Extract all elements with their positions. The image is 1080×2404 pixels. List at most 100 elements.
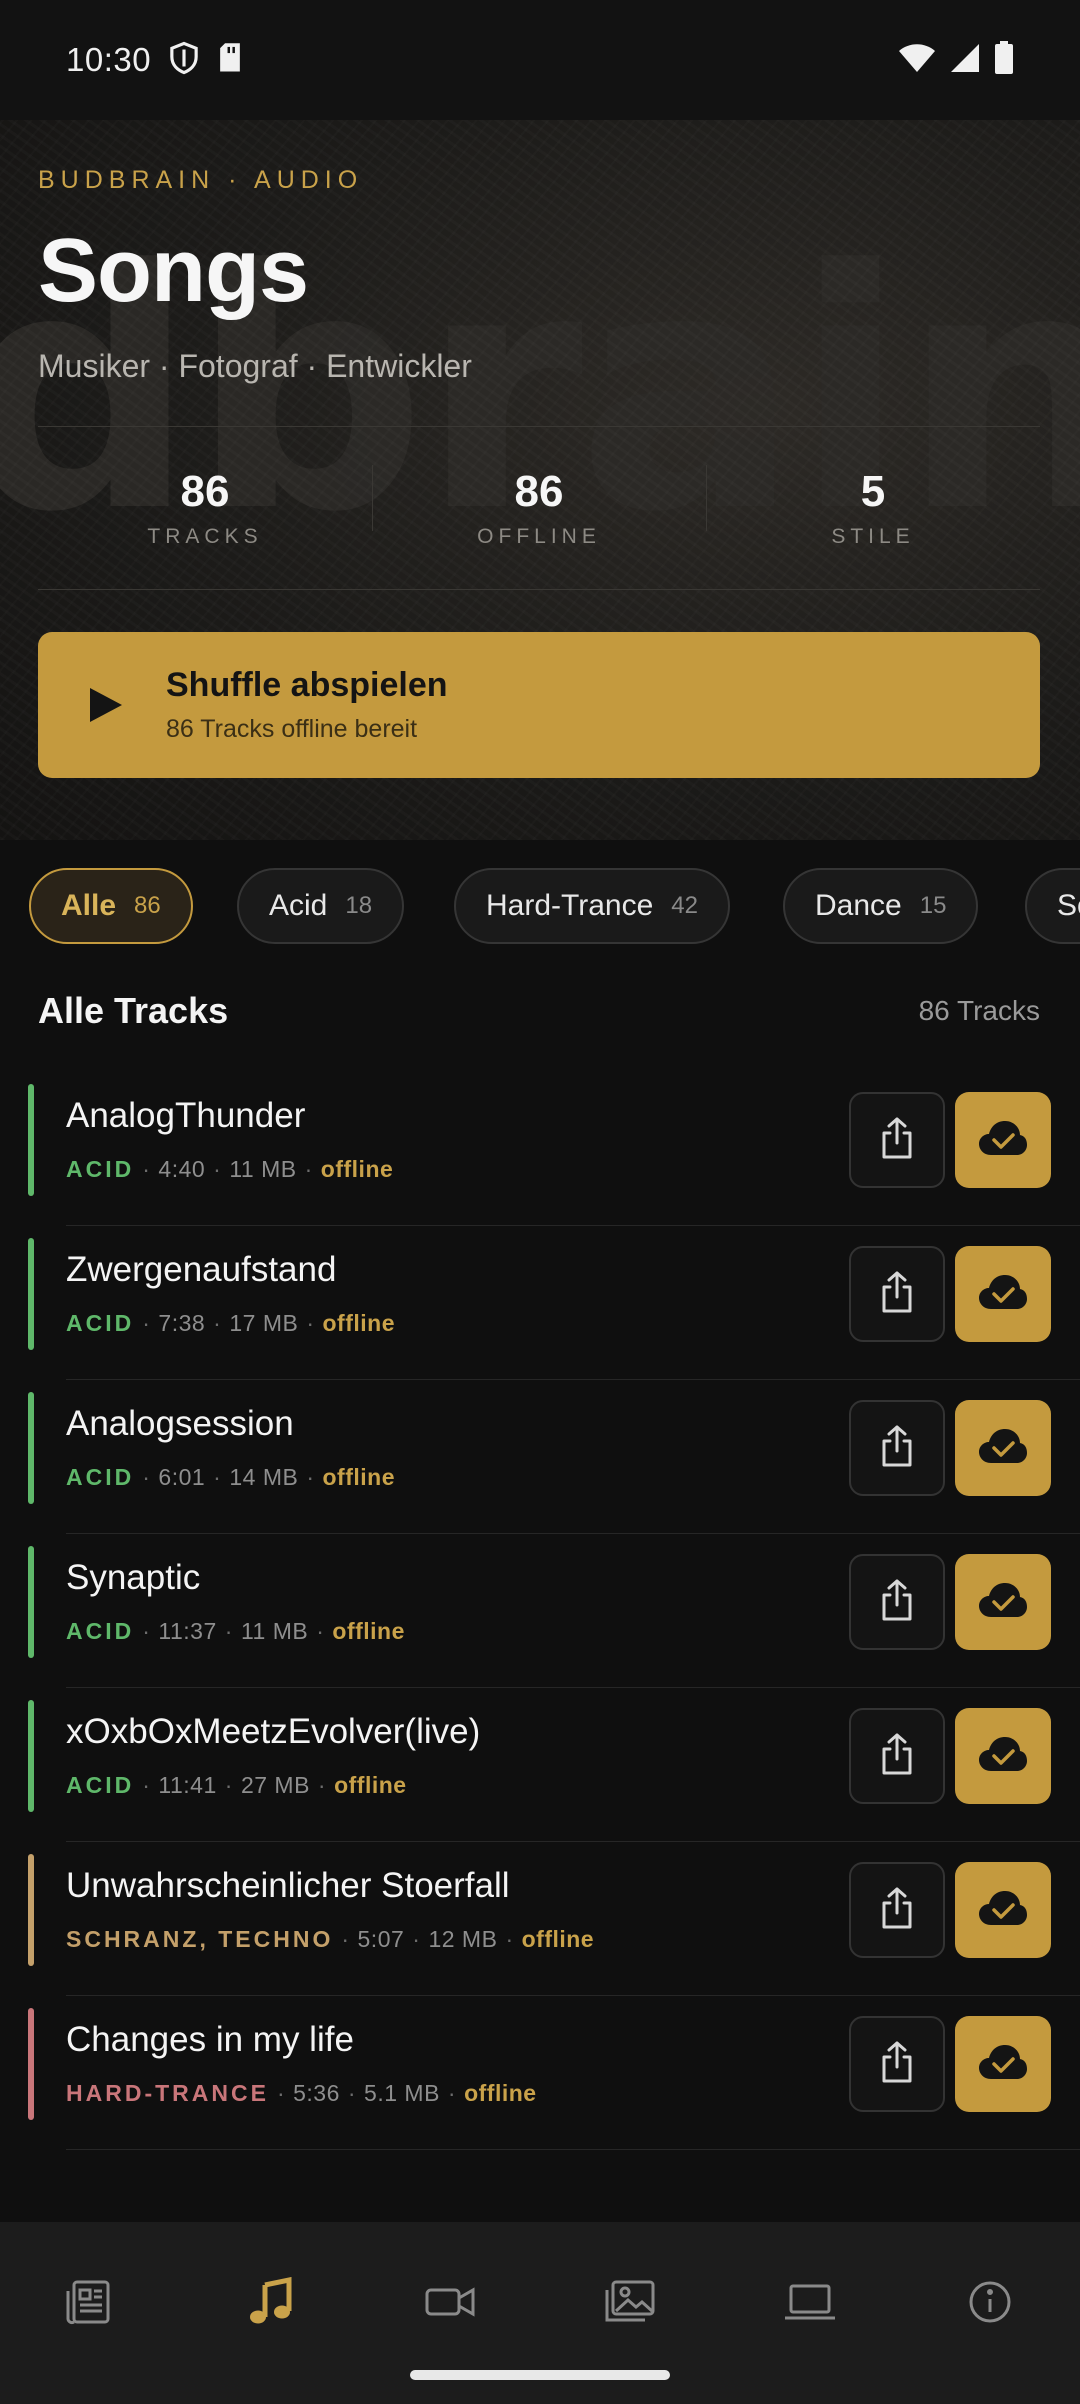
stat-offline: 86 OFFLINE (372, 465, 706, 549)
offline-download-button[interactable] (955, 1708, 1051, 1804)
track-status: offline (322, 1310, 395, 1336)
wifi-icon (898, 43, 936, 78)
status-time: 10:30 (66, 41, 152, 78)
status-bar: 10:30 (0, 0, 1080, 120)
style-color-bar (28, 2008, 34, 2120)
track-row[interactable]: xOxbOxMeetzEvolver(live) ACID · 11:41 · 27 M… (0, 1688, 1080, 1842)
track-size: 5.1 MB (364, 2080, 440, 2106)
chip-count: 18 (345, 892, 373, 919)
track-meta: SCHRANZ, TECHNO · 5:07 · 12 MB · offline (66, 1926, 594, 1953)
style-color-bar (28, 1084, 34, 1196)
track-meta: ACID · 7:38 · 17 MB · offline (66, 1310, 395, 1337)
separator-dot: · (304, 1156, 313, 1182)
style-color-bar (28, 1238, 34, 1350)
track-title: Unwahrscheinlicher Stoerfall (66, 1866, 510, 1905)
separator-dot: · (224, 1772, 233, 1798)
chip-count: 86 (134, 892, 161, 919)
track-style: ACID (66, 1772, 135, 1798)
track-status: offline (332, 1618, 405, 1644)
cloud-check-icon (978, 1736, 1028, 1777)
nav-news[interactable] (50, 2264, 130, 2344)
separator-dot: · (142, 1156, 151, 1182)
share-button[interactable] (849, 1554, 945, 1650)
chip-label: Sc (1057, 889, 1080, 922)
separator-dot: · (213, 1156, 222, 1182)
shuffle-title: Shuffle abspielen (166, 666, 448, 704)
shuffle-subtitle: 86 Tracks offline bereit (166, 715, 418, 743)
offline-download-button[interactable] (955, 2016, 1051, 2112)
page-title: Songs (38, 221, 309, 321)
track-row[interactable]: Changes in my life HARD-TRANCE · 5:36 · 5.1 … (0, 1996, 1080, 2150)
separator-dot: · (447, 2080, 457, 2106)
nav-info[interactable] (950, 2264, 1030, 2344)
track-size: 27 MB (240, 1772, 310, 1798)
share-button[interactable] (849, 1708, 945, 1804)
separator-dot: · (412, 1926, 421, 1952)
shuffle-play-button[interactable]: Shuffle abspielen 86 Tracks offline bere… (38, 632, 1040, 778)
track-list-header: Alle Tracks 86 Tracks (38, 990, 1040, 1032)
track-row[interactable]: AnalogThunder ACID · 4:40 · 11 MB · offline (0, 1072, 1080, 1226)
track-meta: ACID · 11:37 · 11 MB · offline (66, 1618, 405, 1645)
battery-icon (994, 40, 1014, 80)
offline-download-button[interactable] (955, 1246, 1051, 1342)
filter-chip-alle[interactable]: Alle 86 (29, 868, 193, 944)
nav-video[interactable] (410, 2264, 490, 2344)
chip-count: 42 (671, 892, 698, 919)
share-button[interactable] (849, 1246, 945, 1342)
nav-laptop[interactable] (770, 2264, 850, 2344)
track-list: AnalogThunder ACID · 4:40 · 11 MB · offline Zw… (0, 1072, 1080, 2150)
share-button[interactable] (849, 1400, 945, 1496)
home-indicator[interactable] (410, 2370, 670, 2380)
share-icon (877, 1116, 917, 1165)
separator-dot: · (306, 1464, 315, 1490)
offline-download-button[interactable] (955, 1092, 1051, 1188)
page-subtitle: Musiker · Fotograf · Entwickler (38, 348, 472, 384)
filter-chip-hard-trance[interactable]: Hard-Trance 42 (454, 868, 730, 944)
cloud-check-icon (978, 1274, 1028, 1315)
track-title: Zwergenaufstand (66, 1250, 337, 1289)
offline-download-button[interactable] (955, 1400, 1051, 1496)
share-icon (877, 1886, 917, 1935)
hero-header: dbrain BUDBRAIN · AUDIO Songs Musiker · … (0, 120, 1080, 840)
stat-label: TRACKS (147, 525, 263, 548)
info-icon (965, 2277, 1015, 2332)
track-row[interactable]: Synaptic ACID · 11:37 · 11 MB · offline (0, 1534, 1080, 1688)
track-size: 17 MB (229, 1310, 299, 1336)
filter-chip-dance[interactable]: Dance 15 (783, 868, 979, 944)
stat-label: OFFLINE (477, 525, 601, 548)
offline-download-button[interactable] (955, 1554, 1051, 1650)
stat-styles: 5 STILE (706, 465, 1040, 549)
share-button[interactable] (849, 1862, 945, 1958)
video-camera-icon (424, 2277, 476, 2332)
cloud-check-icon (978, 1890, 1028, 1931)
track-status: offline (464, 2080, 537, 2106)
share-button[interactable] (849, 1092, 945, 1188)
filter-chip-partial[interactable]: Sc (1025, 868, 1080, 944)
stat-label: STILE (831, 525, 915, 548)
cloud-check-icon (978, 1582, 1028, 1623)
track-title: Changes in my life (66, 2020, 354, 2059)
separator-dot: · (317, 1772, 327, 1798)
track-title: AnalogThunder (66, 1096, 306, 1135)
nav-gallery[interactable] (590, 2264, 670, 2344)
track-status: offline (521, 1926, 595, 1952)
track-duration: 7:38 (158, 1310, 206, 1336)
separator-dot: · (224, 1618, 233, 1644)
track-duration: 11:41 (158, 1772, 217, 1798)
share-button[interactable] (849, 2016, 945, 2112)
track-size: 14 MB (229, 1464, 299, 1490)
row-divider (66, 2149, 1080, 2150)
track-row[interactable]: Zwergenaufstand ACID · 7:38 · 17 MB · offline (0, 1226, 1080, 1380)
filter-chip-acid[interactable]: Acid 18 (237, 868, 405, 944)
track-row[interactable]: Analogsession ACID · 6:01 · 14 MB · offline (0, 1380, 1080, 1534)
laptop-icon (783, 2277, 837, 2332)
separator-dot: · (142, 1310, 151, 1336)
track-style: SCHRANZ, TECHNO (66, 1926, 334, 1952)
track-style: ACID (66, 1464, 135, 1490)
offline-download-button[interactable] (955, 1862, 1051, 1958)
track-row[interactable]: Unwahrscheinlicher Stoerfall SCHRANZ, TE… (0, 1842, 1080, 1996)
stat-tracks: 86 TRACKS (38, 467, 372, 549)
track-size: 11 MB (229, 1156, 297, 1182)
news-icon (65, 2277, 115, 2332)
nav-music[interactable] (230, 2264, 310, 2344)
